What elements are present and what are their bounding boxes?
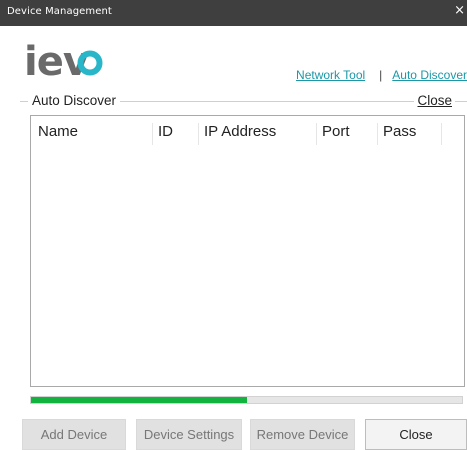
column-header-id[interactable]: ID — [153, 123, 199, 145]
table-header: Name ID IP Address Port Pass — [31, 116, 464, 148]
auto-discover-close-link[interactable]: Close — [414, 93, 455, 108]
device-settings-button[interactable]: Device Settings — [136, 419, 242, 450]
auto-discover-group-label: Auto Discover — [28, 93, 121, 108]
device-discovery-table[interactable]: Name ID IP Address Port Pass — [30, 115, 465, 387]
window-title: Device Management — [7, 6, 112, 17]
add-device-button[interactable]: Add Device — [22, 419, 126, 450]
close-button[interactable]: Close — [365, 419, 467, 450]
header-links: Network Tool | Auto Discover — [296, 68, 467, 82]
column-header-ip-address[interactable]: IP Address — [199, 123, 317, 145]
discovery-progress-fill — [31, 397, 247, 403]
discovery-progress-bar — [30, 396, 463, 404]
remove-device-button[interactable]: Remove Device — [250, 419, 355, 450]
window-titlebar: Device Management × — [0, 0, 467, 26]
column-header-port[interactable]: Port — [317, 123, 378, 145]
window-close-icon[interactable]: × — [454, 3, 465, 18]
link-separator: | — [379, 68, 383, 82]
column-header-pass[interactable]: Pass — [378, 123, 442, 145]
network-tool-link[interactable]: Network Tool — [296, 68, 365, 82]
column-header-name[interactable]: Name — [33, 123, 153, 145]
auto-discover-link[interactable]: Auto Discover — [392, 68, 467, 82]
ievo-logo: iev ievo — [24, 42, 103, 82]
